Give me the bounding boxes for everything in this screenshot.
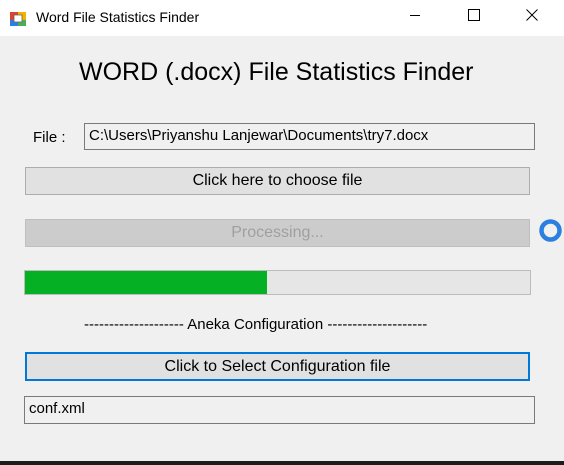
aneka-configuration-separator: -------------------- Aneka Configuration… — [84, 316, 428, 333]
minimize-icon — [409, 8, 421, 26]
maximize-button[interactable] — [451, 0, 497, 34]
close-icon — [526, 8, 538, 26]
maximize-icon — [468, 8, 480, 26]
spinner-icon — [537, 217, 564, 244]
minimize-button[interactable] — [392, 0, 438, 34]
progress-bar-fill — [25, 271, 268, 294]
taskbar-strip — [0, 461, 564, 465]
close-button[interactable] — [509, 0, 555, 34]
file-path-field[interactable]: C:\Users\Priyanshu Lanjewar\Documents\tr… — [84, 123, 535, 150]
choose-file-button[interactable]: Click here to choose file — [25, 167, 530, 195]
config-file-field[interactable]: conf.xml — [24, 396, 535, 424]
progress-bar — [24, 270, 531, 295]
window-title: Word File Statistics Finder — [36, 9, 200, 25]
select-configuration-button[interactable]: Click to Select Configuration file — [25, 352, 530, 381]
file-label: File : — [33, 129, 66, 146]
page-title: WORD (.docx) File Statistics Finder — [79, 58, 474, 86]
app-window: Word File Statistics Finder WORD (.docx)… — [0, 0, 564, 465]
app-icon — [10, 10, 26, 26]
processing-button: Processing... — [25, 219, 530, 247]
title-bar: Word File Statistics Finder — [0, 0, 564, 36]
